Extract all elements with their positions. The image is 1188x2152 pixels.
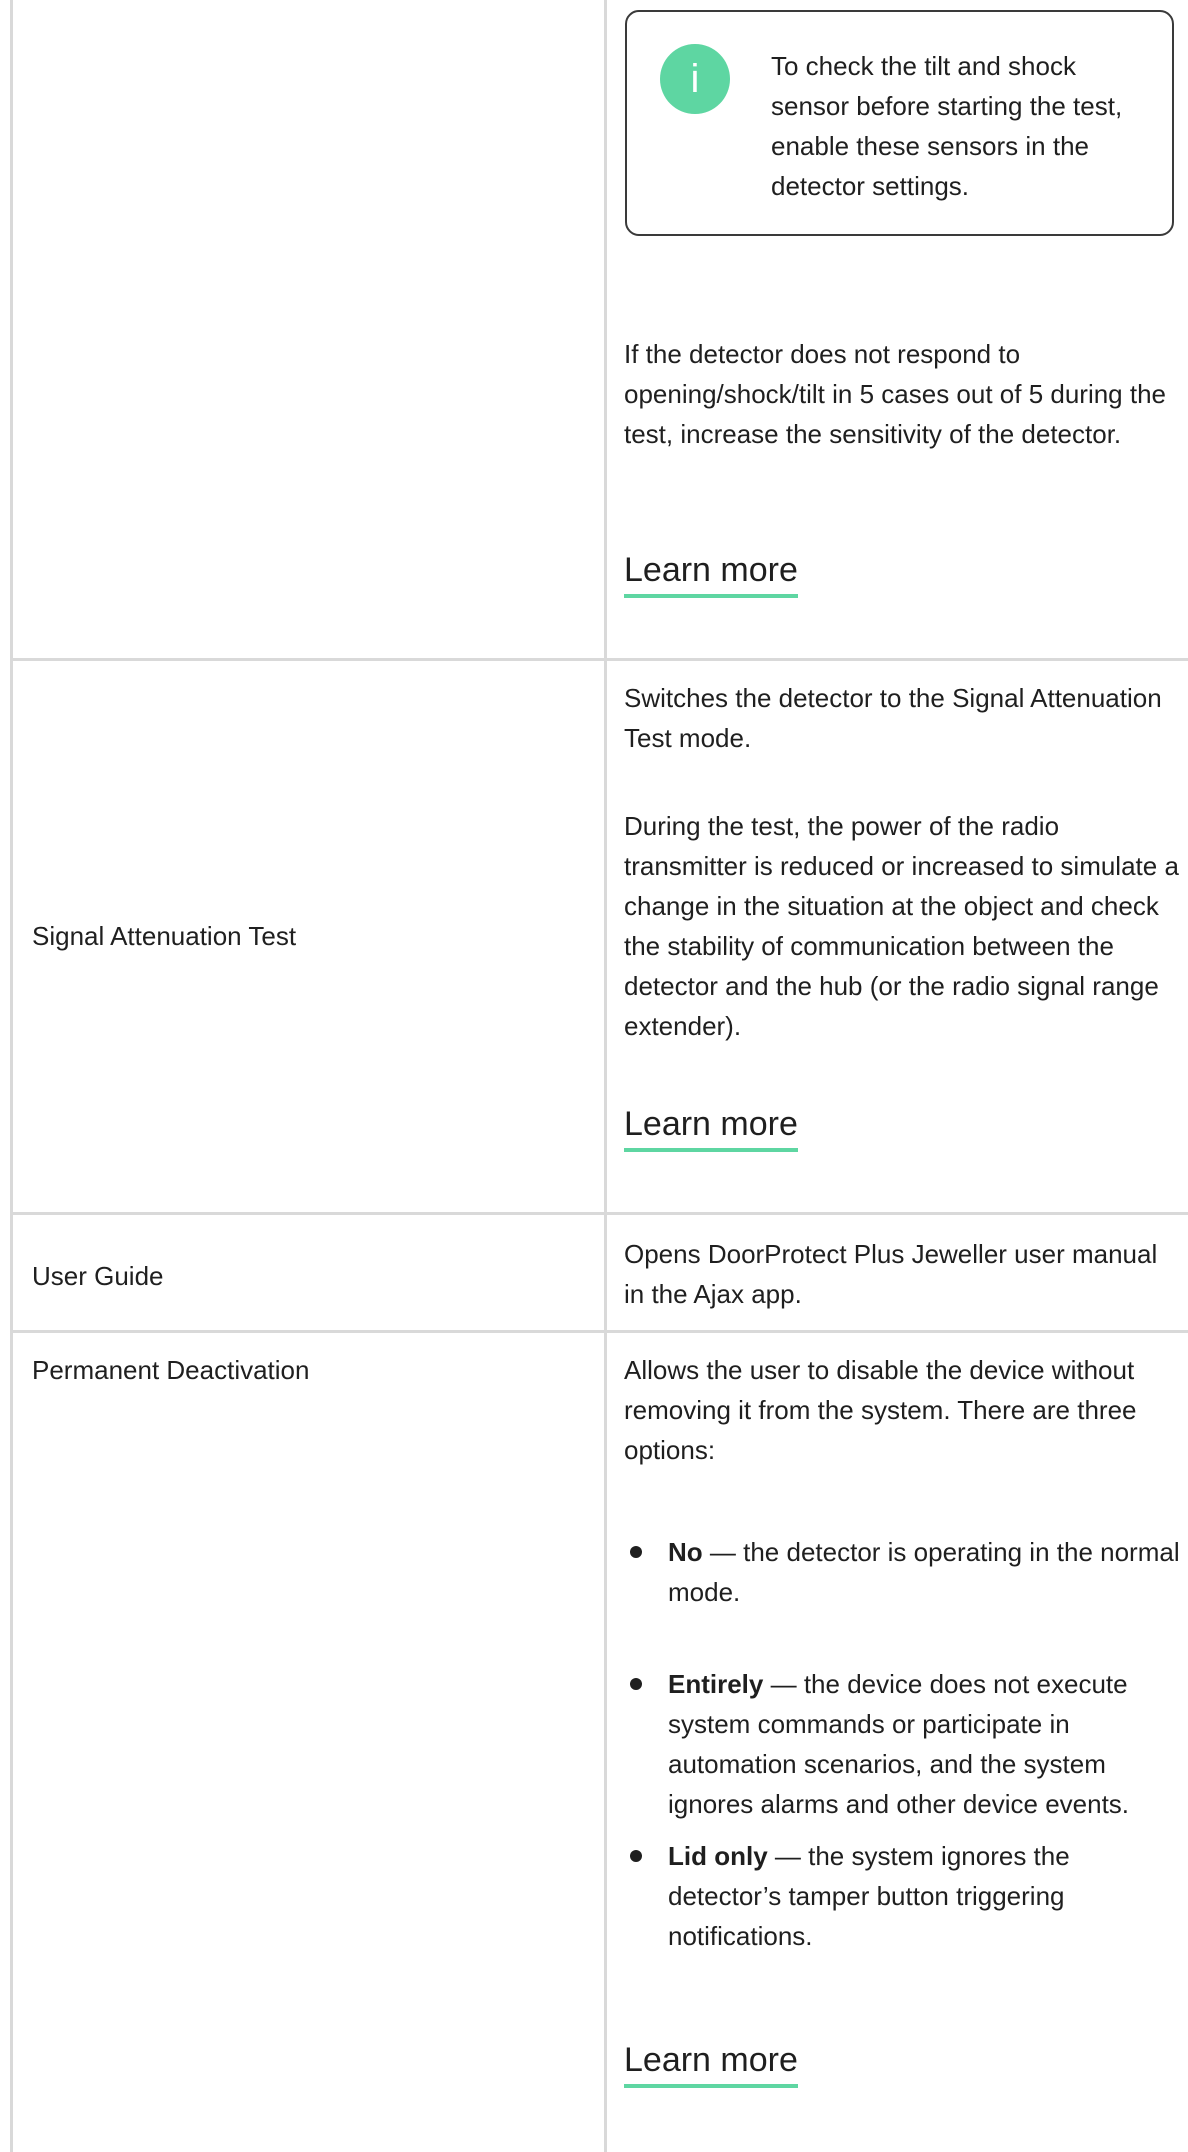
permanent-deactivation-description: Allows the user to disable the device wi…: [624, 1355, 1137, 1465]
bullet-icon: [630, 1678, 642, 1690]
list-item: No — the detector is operating in the no…: [668, 1532, 1180, 1612]
option-term: No: [668, 1537, 703, 1567]
table-column-divider: [604, 0, 607, 2152]
bullet-icon: [630, 1850, 642, 1862]
table-border-left: [10, 0, 13, 2152]
row-divider: [10, 658, 1188, 661]
row-divider: [10, 1212, 1188, 1215]
detection-test-description: If the detector does not respond to open…: [624, 339, 1167, 449]
signal-attenuation-details: During the test, the power of the radio …: [624, 811, 1179, 1041]
setting-label-user-guide: User Guide: [32, 1261, 164, 1291]
option-term: Entirely: [668, 1669, 764, 1699]
info-note: i To check the tilt and shock sensor bef…: [625, 10, 1174, 236]
note-text: To check the tilt and shock sensor befor…: [771, 51, 1123, 201]
signal-attenuation-description: Switches the detector to the Signal Atte…: [624, 683, 1162, 753]
option-text: — the detector is operating in the norma…: [668, 1537, 1180, 1607]
info-icon: i: [660, 44, 730, 114]
bullet-icon: [630, 1546, 642, 1558]
option-term: Lid only: [668, 1841, 768, 1871]
setting-label-signal-attenuation: Signal Attenuation Test: [32, 921, 297, 951]
learn-more-link[interactable]: Learn more: [624, 548, 798, 598]
row-divider: [10, 1330, 1188, 1333]
list-item: Entirely — the device does not execute s…: [668, 1664, 1180, 1824]
user-guide-description: Opens DoorProtect Plus Jeweller user man…: [624, 1239, 1158, 1309]
list-item: Lid only — the system ignores the detect…: [668, 1836, 1180, 1956]
setting-label-permanent-deactivation: Permanent Deactivation: [32, 1355, 310, 1385]
learn-more-link[interactable]: Learn more: [624, 2038, 798, 2088]
learn-more-link[interactable]: Learn more: [624, 1102, 798, 1152]
